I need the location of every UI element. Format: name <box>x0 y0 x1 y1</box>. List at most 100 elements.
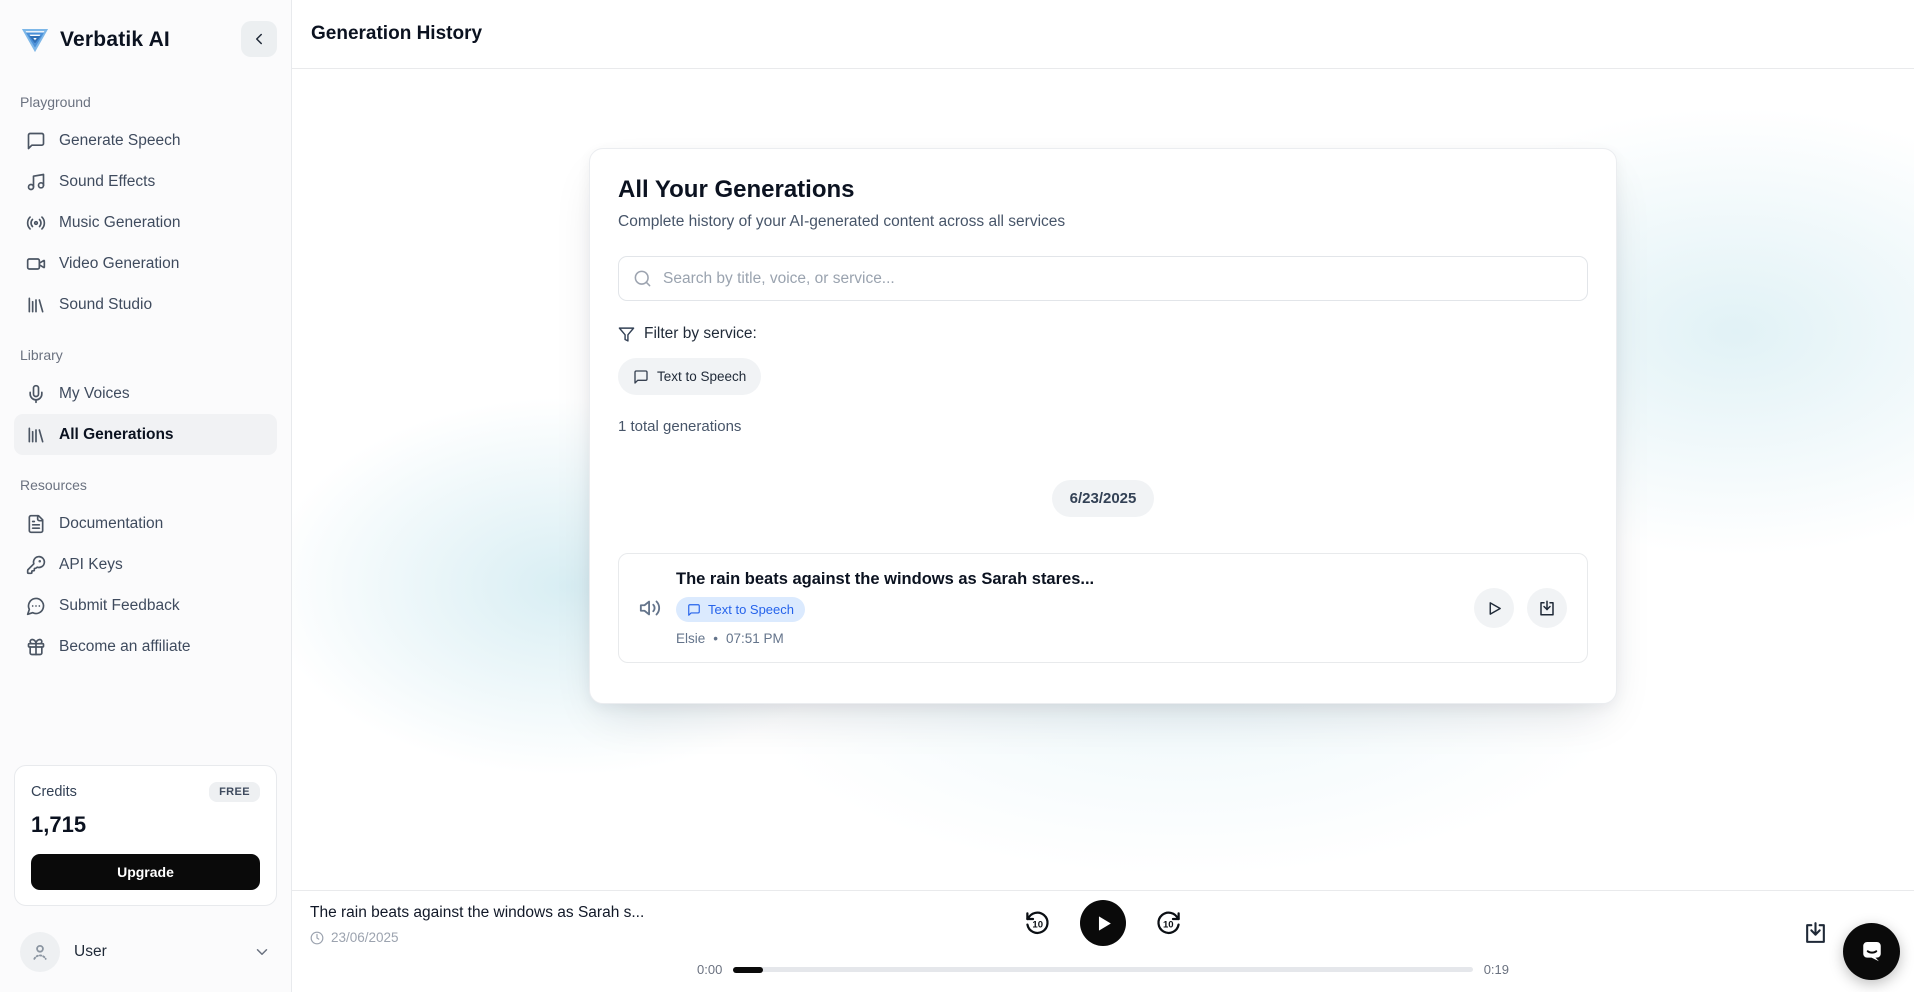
microphone-icon <box>26 384 46 404</box>
sidebar-item-sound-effects[interactable]: Sound Effects <box>14 161 277 202</box>
chevron-left-icon <box>250 30 268 48</box>
main-header: Generation History <box>292 0 1914 69</box>
rewind-10-icon: 10 <box>1024 910 1051 937</box>
card-title: All Your Generations <box>618 176 1588 204</box>
player-progress-track[interactable] <box>733 967 1472 972</box>
verbatik-logo-icon <box>20 25 50 55</box>
chat-bubble-icon <box>26 131 46 151</box>
sidebar-item-my-voices[interactable]: My Voices <box>14 373 277 414</box>
filter-chip-text-to-speech[interactable]: Text to Speech <box>618 358 761 395</box>
credits-card: Credits FREE 1,715 Upgrade <box>14 765 277 906</box>
sidebar-item-label: Video Generation <box>59 255 179 273</box>
sidebar-item-video-generation[interactable]: Video Generation <box>14 243 277 284</box>
filter-row: Filter by service: <box>618 325 1588 343</box>
credits-value: 1,715 <box>31 812 260 838</box>
meta-separator: • <box>713 631 718 646</box>
chat-bubble-icon <box>633 369 649 385</box>
rewind-10-button[interactable]: 10 <box>1024 910 1051 937</box>
music-note-icon <box>26 172 46 192</box>
sidebar-item-label: Music Generation <box>59 214 180 232</box>
play-generation-button[interactable] <box>1474 588 1514 628</box>
user-menu[interactable]: User <box>14 928 277 976</box>
sidebar: Verbatik AI Playground Generate Speech S… <box>0 0 292 992</box>
sidebar-item-generate-speech[interactable]: Generate Speech <box>14 120 277 161</box>
sidebar-collapse-button[interactable] <box>241 21 277 57</box>
download-generation-button[interactable] <box>1527 588 1567 628</box>
plan-badge: FREE <box>209 782 260 802</box>
audio-player-bar: The rain beats against the windows as Sa… <box>292 890 1914 992</box>
player-progress-row: 0:00 0:19 <box>697 962 1509 977</box>
sidebar-item-documentation[interactable]: Documentation <box>14 503 277 544</box>
section-label-playground: Playground <box>14 86 277 120</box>
forward-10-icon: 10 <box>1155 910 1182 937</box>
sidebar-item-label: Sound Effects <box>59 173 155 191</box>
sidebar-item-all-generations[interactable]: All Generations <box>14 414 277 455</box>
sidebar-item-music-generation[interactable]: Music Generation <box>14 202 277 243</box>
player-play-button[interactable] <box>1080 900 1126 946</box>
upgrade-button[interactable]: Upgrade <box>31 854 260 890</box>
play-icon <box>1486 600 1503 617</box>
voice-name: Elsie <box>676 631 705 646</box>
player-download-button[interactable] <box>1803 920 1828 945</box>
section-label-resources: Resources <box>14 469 277 503</box>
svg-text:10: 10 <box>1163 919 1174 930</box>
clock-icon <box>310 931 324 945</box>
library-icon <box>26 425 46 445</box>
generation-title: The rain beats against the windows as Sa… <box>676 570 1474 589</box>
user-icon <box>29 941 51 963</box>
search-icon <box>633 269 652 288</box>
search-input[interactable] <box>663 270 1573 288</box>
main-area: Generation History All Your Generations … <box>292 0 1914 992</box>
sidebar-item-submit-feedback[interactable]: Submit Feedback <box>14 585 277 626</box>
user-name: User <box>74 943 107 961</box>
sidebar-item-label: Generate Speech <box>59 132 181 150</box>
player-controls: 10 10 <box>1024 900 1182 946</box>
radio-waves-icon <box>26 213 46 233</box>
chat-widget-button[interactable] <box>1843 923 1900 980</box>
total-generations-label: 1 total generations <box>618 418 1588 435</box>
library-icon <box>26 295 46 315</box>
generation-time: 07:51 PM <box>726 631 784 646</box>
brand: Verbatik AI <box>14 20 277 60</box>
sidebar-item-label: Sound Studio <box>59 296 152 314</box>
player-track-date: 23/06/2025 <box>310 930 644 945</box>
filter-chip-label: Text to Speech <box>657 369 746 384</box>
generation-row[interactable]: The rain beats against the windows as Sa… <box>618 553 1588 663</box>
player-progress-fill <box>733 967 763 973</box>
sidebar-item-label: My Voices <box>59 385 130 403</box>
player-track-info: The rain beats against the windows as Sa… <box>310 904 644 945</box>
sidebar-item-label: API Keys <box>59 556 123 574</box>
generation-meta: Elsie • 07:51 PM <box>676 631 1474 646</box>
player-date-text: 23/06/2025 <box>331 930 399 945</box>
sidebar-item-become-affiliate[interactable]: Become an affiliate <box>14 626 277 667</box>
content: All Your Generations Complete history of… <box>292 69 1914 890</box>
sidebar-item-sound-studio[interactable]: Sound Studio <box>14 284 277 325</box>
generations-card: All Your Generations Complete history of… <box>589 148 1617 704</box>
player-track-title: The rain beats against the windows as Sa… <box>310 904 644 922</box>
sidebar-item-label: Documentation <box>59 515 163 533</box>
sidebar-nav: Playground Generate Speech Sound Effects… <box>14 86 277 667</box>
sidebar-item-label: Become an affiliate <box>59 638 191 656</box>
generation-actions <box>1474 588 1567 628</box>
generation-info: The rain beats against the windows as Sa… <box>676 570 1474 646</box>
card-subtitle: Complete history of your AI-generated co… <box>618 213 1588 231</box>
gift-icon <box>26 637 46 657</box>
key-icon <box>26 555 46 575</box>
download-icon <box>1803 920 1828 945</box>
chevron-down-icon <box>253 943 271 961</box>
player-duration: 0:19 <box>1484 962 1509 977</box>
sidebar-item-api-keys[interactable]: API Keys <box>14 544 277 585</box>
chat-widget-icon <box>1857 937 1887 967</box>
section-label-library: Library <box>14 339 277 373</box>
funnel-icon <box>618 326 635 343</box>
filter-label: Filter by service: <box>644 325 757 343</box>
forward-10-button[interactable]: 10 <box>1155 910 1182 937</box>
download-icon <box>1538 599 1556 617</box>
date-group-chip: 6/23/2025 <box>1052 480 1155 517</box>
avatar <box>20 932 60 972</box>
chat-bubble-icon <box>687 603 701 617</box>
page-title: Generation History <box>311 23 482 45</box>
video-camera-icon <box>26 254 46 274</box>
player-current-time: 0:00 <box>697 962 722 977</box>
play-icon <box>1095 914 1114 933</box>
